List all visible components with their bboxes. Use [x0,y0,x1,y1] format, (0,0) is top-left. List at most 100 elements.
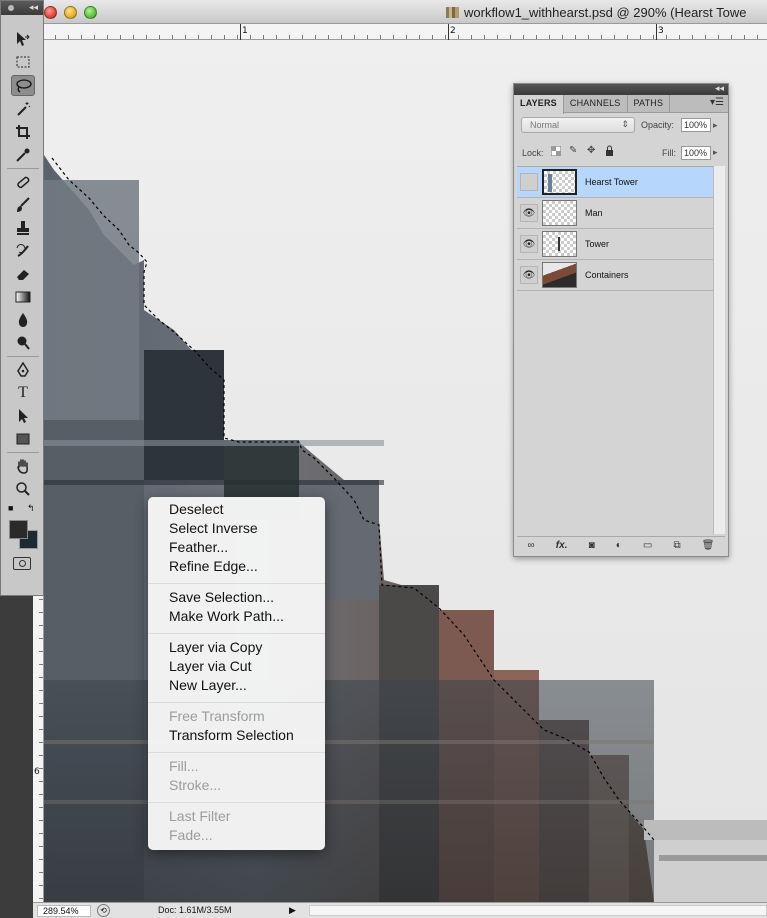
zoom-level-field[interactable]: 289.54% [37,905,91,917]
horizontal-scrollbar[interactable] [309,905,767,916]
menu-item-refine-edge[interactable]: Refine Edge... [169,558,258,574]
document-size: Doc: 1.61M/3.55M [158,905,232,915]
zoom-tool[interactable] [11,478,35,499]
menu-item-layer-via-copy[interactable]: Layer via Copy [169,639,262,655]
opacity-label: Opacity: [641,120,675,130]
fill-label: Fill: [662,148,676,158]
menu-item-transform-selection[interactable]: Transform Selection [169,727,294,743]
status-menu-arrow-icon[interactable]: ▶ [289,905,296,916]
ruler-number: 2 [450,26,456,36]
tab-channels[interactable]: CHANNELS [564,95,628,113]
gradient-tool[interactable] [11,286,35,307]
menu-item-new-layer[interactable]: New Layer... [169,677,247,693]
layer-row-tower[interactable]: 👁 Tower [517,229,714,260]
status-bar: 289.54% ⟲ Doc: 1.61M/3.55M ▶ [33,902,767,918]
zoom-window-button[interactable] [84,6,97,19]
lock-position-icon[interactable]: ✥ [587,145,599,156]
opacity-field[interactable]: 100% [681,118,711,132]
menu-item-select-inverse[interactable]: Select Inverse [169,520,258,536]
foreground-color-swatch[interactable] [9,520,28,539]
collapse-icon[interactable]: ◂◂ [29,2,38,13]
layer-row-containers[interactable]: 👁 Containers [517,260,714,291]
gradient-icon [15,291,31,302]
fill-slider-arrow-icon[interactable]: ▸ [713,147,725,158]
tower-thumbnail-mark [558,237,560,251]
droplet-icon [18,312,28,327]
dodge-tool[interactable] [11,332,35,353]
layer-thumbnail [542,262,577,288]
layer-row-hearst-tower[interactable]: Hearst Tower [517,167,714,198]
brush-tool[interactable] [11,194,35,215]
trash-icon[interactable]: 🗑 [702,540,715,551]
menu-item-save-selection[interactable]: Save Selection... [169,589,274,605]
default-colors-icon[interactable]: ■ [8,503,13,513]
panel-menu-icon[interactable]: ▾☰ [710,97,724,108]
path-selection-tool[interactable] [11,405,35,426]
healing-brush-tool[interactable] [11,171,35,192]
hand-tool[interactable] [11,455,35,476]
type-tool[interactable]: T [11,382,35,403]
folder-icon[interactable]: ▭ [643,540,652,551]
status-info-icon[interactable]: ⟲ [97,904,110,917]
fill-field[interactable]: 100% [681,146,711,160]
minimize-window-button[interactable] [64,6,77,19]
tab-paths[interactable]: PATHS [628,95,671,113]
new-layer-icon[interactable]: ⧉ [673,540,680,551]
clone-stamp-tool[interactable] [11,217,35,238]
adjustment-icon[interactable]: ◐ [616,540,622,551]
marquee-tool[interactable] [11,51,35,72]
lock-pixels-icon[interactable]: ✎ [569,145,581,156]
lock-transparency-icon[interactable] [550,145,563,158]
magic-wand-tool[interactable] [11,98,35,119]
layer-row-man[interactable]: 👁 Man [517,198,714,229]
layers-scrollbar[interactable] [713,166,725,534]
menu-item-deselect[interactable]: Deselect [169,501,223,517]
rectangle-tool[interactable] [11,428,35,449]
layer-name: Tower [585,239,610,249]
ruler-number: 6 [34,767,40,777]
move-tool[interactable] [11,28,35,49]
lock-all-icon[interactable] [605,145,617,158]
move-icon [17,31,30,46]
tools-panel-header[interactable]: ◂◂ [1,1,43,15]
lasso-icon [16,78,32,93]
panel-tabs: LAYERS CHANNELS PATHS ▾☰ [514,95,728,114]
lasso-tool[interactable] [11,75,35,96]
tab-layers[interactable]: LAYERS [514,95,564,114]
quick-mask-icon [18,560,26,567]
visibility-toggle[interactable] [520,173,538,191]
quick-mask-button[interactable] [13,557,31,570]
arrow-icon [19,408,28,423]
visibility-toggle[interactable]: 👁 [520,204,538,222]
window-title-bar: workflow1_withhearst.psd @ 290% (Hearst … [0,0,767,24]
close-window-button[interactable] [44,6,57,19]
menu-item-make-work-path[interactable]: Make Work Path... [169,608,284,624]
menu-item-feather[interactable]: Feather... [169,539,228,555]
menu-item-fill: Fill... [169,758,199,774]
context-menu: Deselect Select Inverse Feather... Refin… [148,497,325,850]
visibility-toggle[interactable]: 👁 [520,266,538,284]
opacity-slider-arrow-icon[interactable]: ▸ [713,120,725,131]
collapse-icon[interactable]: ◂◂ [715,83,724,94]
layer-name: Containers [585,270,629,280]
visibility-toggle[interactable]: 👁 [520,235,538,253]
menu-item-layer-via-cut[interactable]: Layer via Cut [169,658,251,674]
eyedropper-tool[interactable] [11,144,35,165]
menu-separator [148,633,325,634]
ruler-major-tick [656,24,657,40]
fx-icon[interactable]: fx. [556,540,568,551]
layers-panel-header[interactable]: ◂◂ [514,83,728,95]
crop-tool[interactable] [11,121,35,142]
swap-colors-icon[interactable]: ↰ [27,503,35,514]
mask-icon[interactable]: ◙ [589,540,595,551]
blur-tool[interactable] [11,309,35,330]
bandage-icon [17,176,30,188]
eraser-tool[interactable] [11,263,35,284]
blend-mode-select[interactable]: Normal ⇕ [521,117,635,133]
link-icon[interactable]: ∞ [528,540,535,551]
pen-tool[interactable] [11,359,35,380]
panel-close-icon[interactable] [8,5,14,11]
select-arrows-icon: ⇕ [621,119,629,129]
menu-item-stroke: Stroke... [169,777,222,793]
history-brush-tool[interactable] [11,240,35,261]
